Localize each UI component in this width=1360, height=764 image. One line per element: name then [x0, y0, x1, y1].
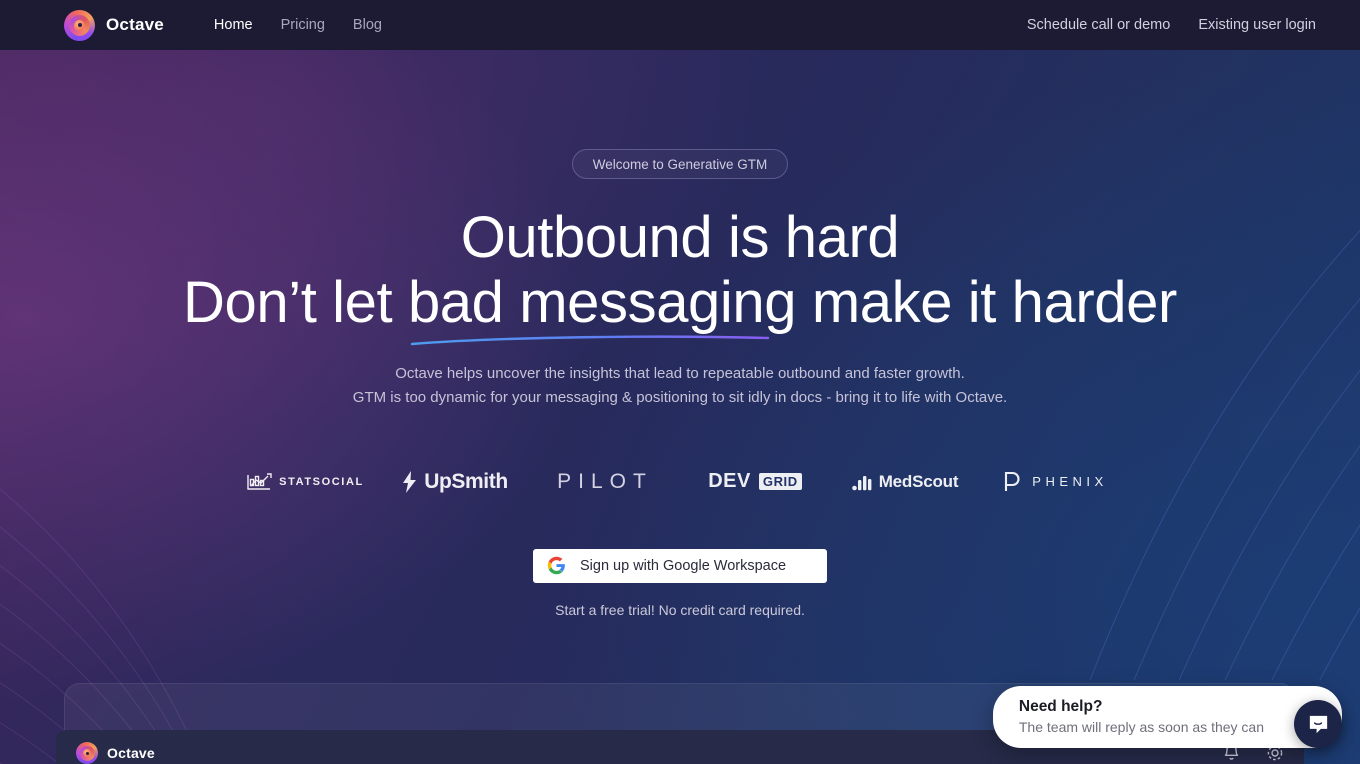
- page-title: Outbound is hard Don’t let bad messaging…: [0, 205, 1360, 346]
- nav-links: Home Pricing Blog: [214, 17, 382, 33]
- intercom-title: Need help?: [1018, 698, 1103, 716]
- existing-user-login-link[interactable]: Existing user login: [1198, 17, 1316, 33]
- headline-highlight-wrap: bad messaging: [407, 269, 797, 346]
- logo-devgrid: DEV GRID: [680, 467, 830, 497]
- customer-logo-strip: STATSOCIAL UpSmith PILOT DEV GRID MedSco…: [0, 467, 1360, 497]
- chat-bubble-smile-icon: [1309, 715, 1327, 733]
- octave-logo-icon: [76, 742, 98, 764]
- bar-chart-icon: [851, 475, 872, 490]
- logo-pilot-text: PILOT: [557, 469, 653, 493]
- logo-devgrid-grid-text: GRID: [758, 473, 802, 490]
- landing-page: Octave Home Pricing Blog Schedule call o…: [0, 0, 1360, 764]
- logo-devgrid-dev-text: DEV: [708, 470, 751, 492]
- logo-statsocial: STATSOCIAL: [230, 467, 380, 497]
- hero-subtitle: Octave helps uncover the insights that l…: [0, 362, 1360, 411]
- nav-link-pricing[interactable]: Pricing: [281, 17, 325, 33]
- brand-logo[interactable]: Octave: [64, 9, 164, 41]
- app-preview-brand: Octave: [76, 742, 155, 764]
- cta-note: Start a free trial! No credit card requi…: [555, 601, 805, 618]
- schedule-call-link[interactable]: Schedule call or demo: [1027, 17, 1170, 33]
- headline-line-2: Don’t let bad messaging make it harder: [0, 269, 1360, 346]
- intercom-widget: Need help? The team will reply as soon a…: [992, 686, 1342, 748]
- phenix-p-icon: [1005, 471, 1020, 491]
- logo-medscout: MedScout: [830, 467, 980, 497]
- intercom-subtitle: The team will reply as soon as they can: [1018, 719, 1264, 736]
- headline-prefix: Don’t let: [183, 269, 408, 335]
- logo-pilot: PILOT: [530, 467, 680, 497]
- intercom-launcher-button[interactable]: [1294, 700, 1342, 748]
- nav-link-home[interactable]: Home: [214, 17, 253, 33]
- hero-badge: Welcome to Generative GTM: [571, 149, 789, 179]
- app-preview-brand-name: Octave: [107, 745, 155, 761]
- underline-swash-icon: [410, 335, 770, 346]
- logo-statsocial-text: STATSOCIAL: [279, 475, 364, 488]
- intercom-message-card[interactable]: Need help? The team will reply as soon a…: [992, 686, 1342, 748]
- headline-highlight: bad messaging: [407, 269, 797, 335]
- hero-subtitle-line-2: GTM is too dynamic for your messaging & …: [352, 389, 1008, 407]
- hero-section: Welcome to Generative GTM Outbound is ha…: [0, 50, 1360, 618]
- logo-phenix: PHENIX: [980, 467, 1130, 497]
- headline-line-1: Outbound is hard: [460, 205, 900, 270]
- logo-upsmith-text: UpSmith: [424, 469, 508, 493]
- headline-suffix: make it harder: [796, 269, 1178, 335]
- brand-name: Octave: [106, 15, 164, 34]
- signup-button-label: Sign up with Google Workspace: [580, 557, 787, 574]
- top-navigation: Octave Home Pricing Blog Schedule call o…: [0, 0, 1360, 50]
- signup-google-workspace-button[interactable]: Sign up with Google Workspace: [533, 548, 827, 583]
- logo-upsmith: UpSmith: [380, 467, 530, 497]
- google-g-icon: [547, 556, 565, 575]
- logo-phenix-text: PHENIX: [1032, 474, 1108, 489]
- chart-graph-icon: [247, 472, 272, 490]
- cta-section: Sign up with Google Workspace Start a fr…: [0, 548, 1360, 618]
- hero-subtitle-line-1: Octave helps uncover the insights that l…: [395, 364, 965, 382]
- lightning-bolt-icon: [403, 470, 417, 493]
- nav-right-links: Schedule call or demo Existing user logi…: [1027, 17, 1316, 33]
- nav-link-blog[interactable]: Blog: [353, 17, 382, 33]
- octave-logo-icon: [64, 9, 95, 41]
- logo-medscout-text: MedScout: [878, 471, 959, 491]
